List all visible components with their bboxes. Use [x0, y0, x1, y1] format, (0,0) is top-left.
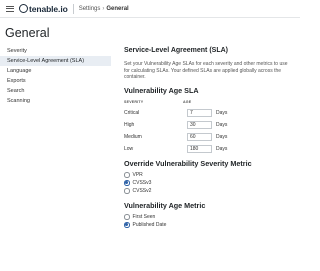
days-label: Days: [216, 121, 228, 128]
radio-option-vpr[interactable]: VPR: [124, 171, 294, 179]
radio-label: Published Date: [132, 221, 167, 228]
section-title: Service-Level Agreement (SLA): [124, 47, 228, 54]
days-label: Days: [216, 145, 228, 152]
critical-age-input[interactable]: [187, 109, 212, 117]
sla-row-low: Low Days: [124, 143, 294, 155]
page-title: General: [5, 26, 50, 40]
radio-option-published-date[interactable]: Published Date: [124, 221, 294, 229]
age-sla-title: Vulnerability Age SLA: [124, 85, 199, 95]
override-metric-radio-group: VPR CVSSv3 CVSSv2: [124, 171, 294, 195]
tenable-logo-icon: [19, 4, 28, 13]
age-column-header: AGE: [183, 99, 192, 104]
sla-table-header: SEVERITY AGE: [124, 100, 294, 104]
sla-settings-panel: Service-Level Agreement (SLA) Set your V…: [124, 46, 294, 229]
breadcrumb-settings[interactable]: Settings: [79, 6, 101, 12]
breadcrumb-chevron-icon: ›: [102, 5, 105, 12]
age-metric-title: Vulnerability Age Metric: [124, 200, 206, 210]
days-label: Days: [216, 133, 228, 140]
severity-label: Low: [124, 145, 134, 152]
radio-button[interactable]: [124, 214, 130, 220]
sidebar-item-search[interactable]: Search: [0, 86, 111, 96]
override-metric-title: Override Vulnerability Severity Metric: [124, 158, 252, 168]
sidebar-item-severity[interactable]: Severity: [0, 46, 111, 56]
radio-label: VPR: [132, 171, 143, 178]
days-label: Days: [216, 109, 228, 116]
radio-label: CVSSv2: [132, 187, 152, 194]
radio-button[interactable]: [124, 188, 130, 194]
top-bar: tenable.io Settings › General: [0, 0, 300, 18]
tenable-logo[interactable]: tenable.io: [19, 4, 68, 14]
brand-name: tenable.io: [29, 3, 68, 14]
radio-label: First Seen: [132, 213, 156, 220]
severity-label: Medium: [124, 133, 142, 140]
radio-option-cvssv2[interactable]: CVSSv2: [124, 187, 294, 195]
header-divider: [72, 3, 74, 14]
sla-row-critical: Critical Days: [124, 107, 294, 119]
radio-button[interactable]: [124, 172, 130, 178]
low-age-input[interactable]: [187, 145, 212, 153]
age-metric-radio-group: First Seen Published Date: [124, 213, 294, 229]
sidebar-item-exports[interactable]: Exports: [0, 76, 111, 86]
settings-sidebar: Severity Service-Level Agreement (SLA) L…: [0, 46, 111, 106]
severity-label: High: [124, 121, 135, 128]
radio-option-cvssv3[interactable]: CVSSv3: [124, 179, 294, 187]
sidebar-item-sla[interactable]: Service-Level Agreement (SLA): [0, 56, 111, 66]
hamburger-menu-icon[interactable]: [6, 5, 14, 12]
severity-column-header: SEVERITY: [124, 99, 144, 104]
high-age-input[interactable]: [187, 121, 212, 129]
breadcrumb-current: General: [106, 5, 129, 12]
radio-option-first-seen[interactable]: First Seen: [124, 213, 294, 221]
radio-label: CVSSv3: [132, 179, 152, 186]
sidebar-item-language[interactable]: Language: [0, 66, 111, 76]
sla-row-medium: Medium Days: [124, 131, 294, 143]
radio-button-selected[interactable]: [124, 180, 130, 186]
sidebar-item-scanning[interactable]: Scanning: [0, 96, 111, 106]
severity-label: Critical: [124, 109, 140, 116]
sla-table: Critical Days High Days Medium Days Low …: [124, 107, 294, 155]
sla-row-high: High Days: [124, 119, 294, 131]
breadcrumb: Settings › General: [79, 6, 129, 12]
medium-age-input[interactable]: [187, 133, 212, 141]
radio-button-selected[interactable]: [124, 222, 130, 228]
section-description: Set your Vulnerability Age SLAs for each…: [124, 61, 288, 81]
